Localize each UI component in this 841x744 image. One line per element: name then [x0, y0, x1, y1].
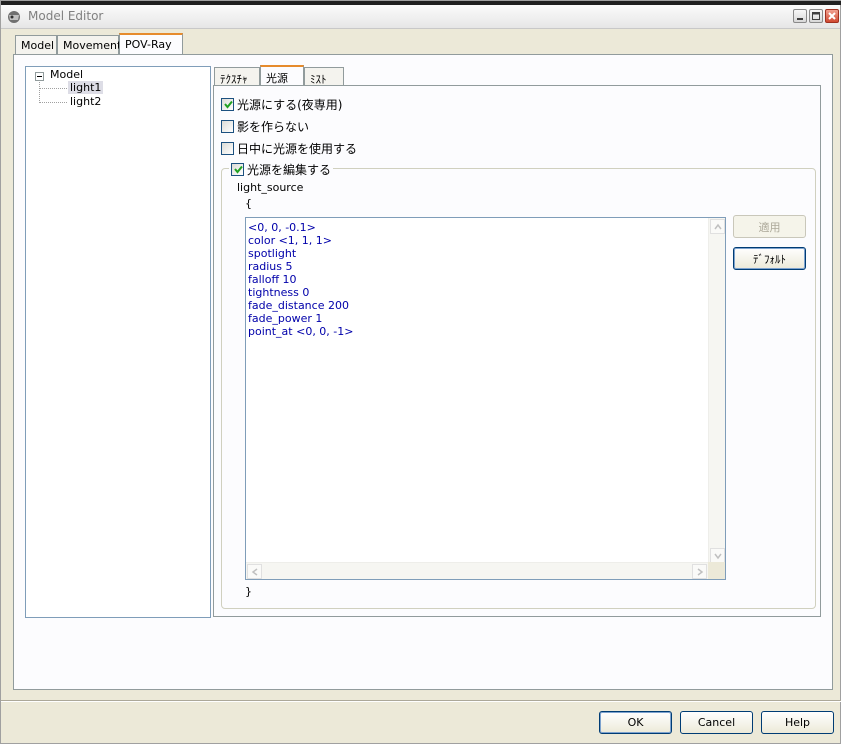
minimize-icon [797, 18, 803, 20]
tab-pov-ray[interactable]: POV-Ray [119, 33, 183, 55]
edit-light-label: 光源を編集する [247, 163, 332, 177]
chevron-right-icon [697, 568, 704, 576]
open-brace: { [245, 197, 252, 210]
apply-button[interactable]: 適用 [733, 215, 806, 238]
scroll-down-button[interactable] [710, 548, 725, 563]
edit-light-checkbox[interactable] [231, 163, 244, 176]
code-line: falloff 10 [248, 273, 297, 286]
window-title: Model Editor [28, 9, 104, 23]
horizontal-scrollbar[interactable] [246, 562, 708, 579]
code-line: <0, 0, -0.1> [248, 221, 316, 234]
close-icon [828, 12, 836, 20]
tab-model[interactable]: Model [15, 35, 57, 54]
tab-light-source[interactable]: 光源 [260, 65, 304, 87]
model-editor-window: Model Editor Model Movement POV-Ray Mode… [0, 0, 841, 744]
title-bar[interactable]: Model Editor [1, 1, 841, 29]
no-shadow-option[interactable]: 影を作らない [221, 118, 309, 134]
no-shadow-checkbox[interactable] [221, 119, 234, 133]
code-line: fade_distance 200 [248, 299, 349, 312]
use-as-light-option[interactable]: 光源にする(夜専用) [221, 96, 342, 112]
code-lines: <0, 0, -0.1> color <1, 1, 1> spotlight r… [248, 221, 354, 338]
daytime-light-label: 日中に光源を使用する [237, 141, 358, 156]
code-line: tightness 0 [248, 286, 310, 299]
tab-texture[interactable]: ﾃｸｽﾁｬ [214, 67, 260, 86]
ok-button[interactable]: OK [599, 711, 672, 734]
chevron-left-icon [251, 568, 258, 576]
code-line: radius 5 [248, 260, 293, 273]
chevron-up-icon [714, 223, 722, 230]
tree-item-light2[interactable]: light2 [68, 95, 103, 108]
use-as-light-label: 光源にする(夜専用) [237, 97, 343, 112]
chevron-down-icon [714, 553, 722, 560]
scroll-right-button[interactable] [692, 564, 707, 579]
light-source-code-editor[interactable]: <0, 0, -0.1> color <1, 1, 1> spotlight r… [245, 217, 726, 580]
no-shadow-label: 影を作らない [237, 119, 310, 134]
daytime-light-checkbox[interactable] [221, 141, 234, 155]
tab-mist[interactable]: ﾐｽﾄ [304, 67, 344, 86]
vertical-scrollbar[interactable] [708, 218, 725, 563]
tree-connector [40, 102, 67, 103]
use-as-light-checkbox[interactable] [221, 97, 234, 111]
footer-divider [1, 700, 841, 702]
tree-root-model[interactable]: Model [50, 68, 83, 81]
code-line: point_at <0, 0, -1> [248, 325, 354, 338]
tree-connector [39, 82, 40, 103]
default-button[interactable]: ﾃﾞﾌｫﾙﾄ [733, 247, 806, 270]
maximize-button[interactable] [809, 9, 823, 23]
title-bar-top-edge [1, 1, 841, 5]
close-brace: } [245, 585, 252, 598]
tab-movement[interactable]: Movement [57, 35, 121, 54]
scroll-left-button[interactable] [247, 564, 262, 579]
cancel-button[interactable]: Cancel [680, 711, 753, 734]
code-line: fade_power 1 [248, 312, 323, 325]
edit-light-option[interactable]: 光源を編集する [229, 161, 334, 178]
close-button[interactable] [825, 9, 839, 23]
app-icon [8, 11, 20, 23]
minimize-button[interactable] [793, 9, 807, 23]
tree-item-light1[interactable]: light1 [68, 81, 104, 94]
scroll-up-button[interactable] [710, 219, 725, 234]
daytime-light-option[interactable]: 日中に光源を使用する [221, 140, 357, 156]
checkmark-icon [224, 100, 233, 109]
model-tree[interactable]: Model light1 light2 [25, 66, 211, 618]
collapse-icon[interactable] [35, 72, 44, 81]
code-line: spotlight [248, 247, 297, 260]
scrollbar-corner [708, 562, 725, 579]
help-button[interactable]: Help [761, 711, 834, 734]
tree-connector [40, 88, 67, 89]
checkmark-icon [234, 165, 243, 174]
code-line: color <1, 1, 1> [248, 234, 332, 247]
maximize-icon [812, 12, 820, 20]
code-header: light_source [237, 181, 304, 194]
